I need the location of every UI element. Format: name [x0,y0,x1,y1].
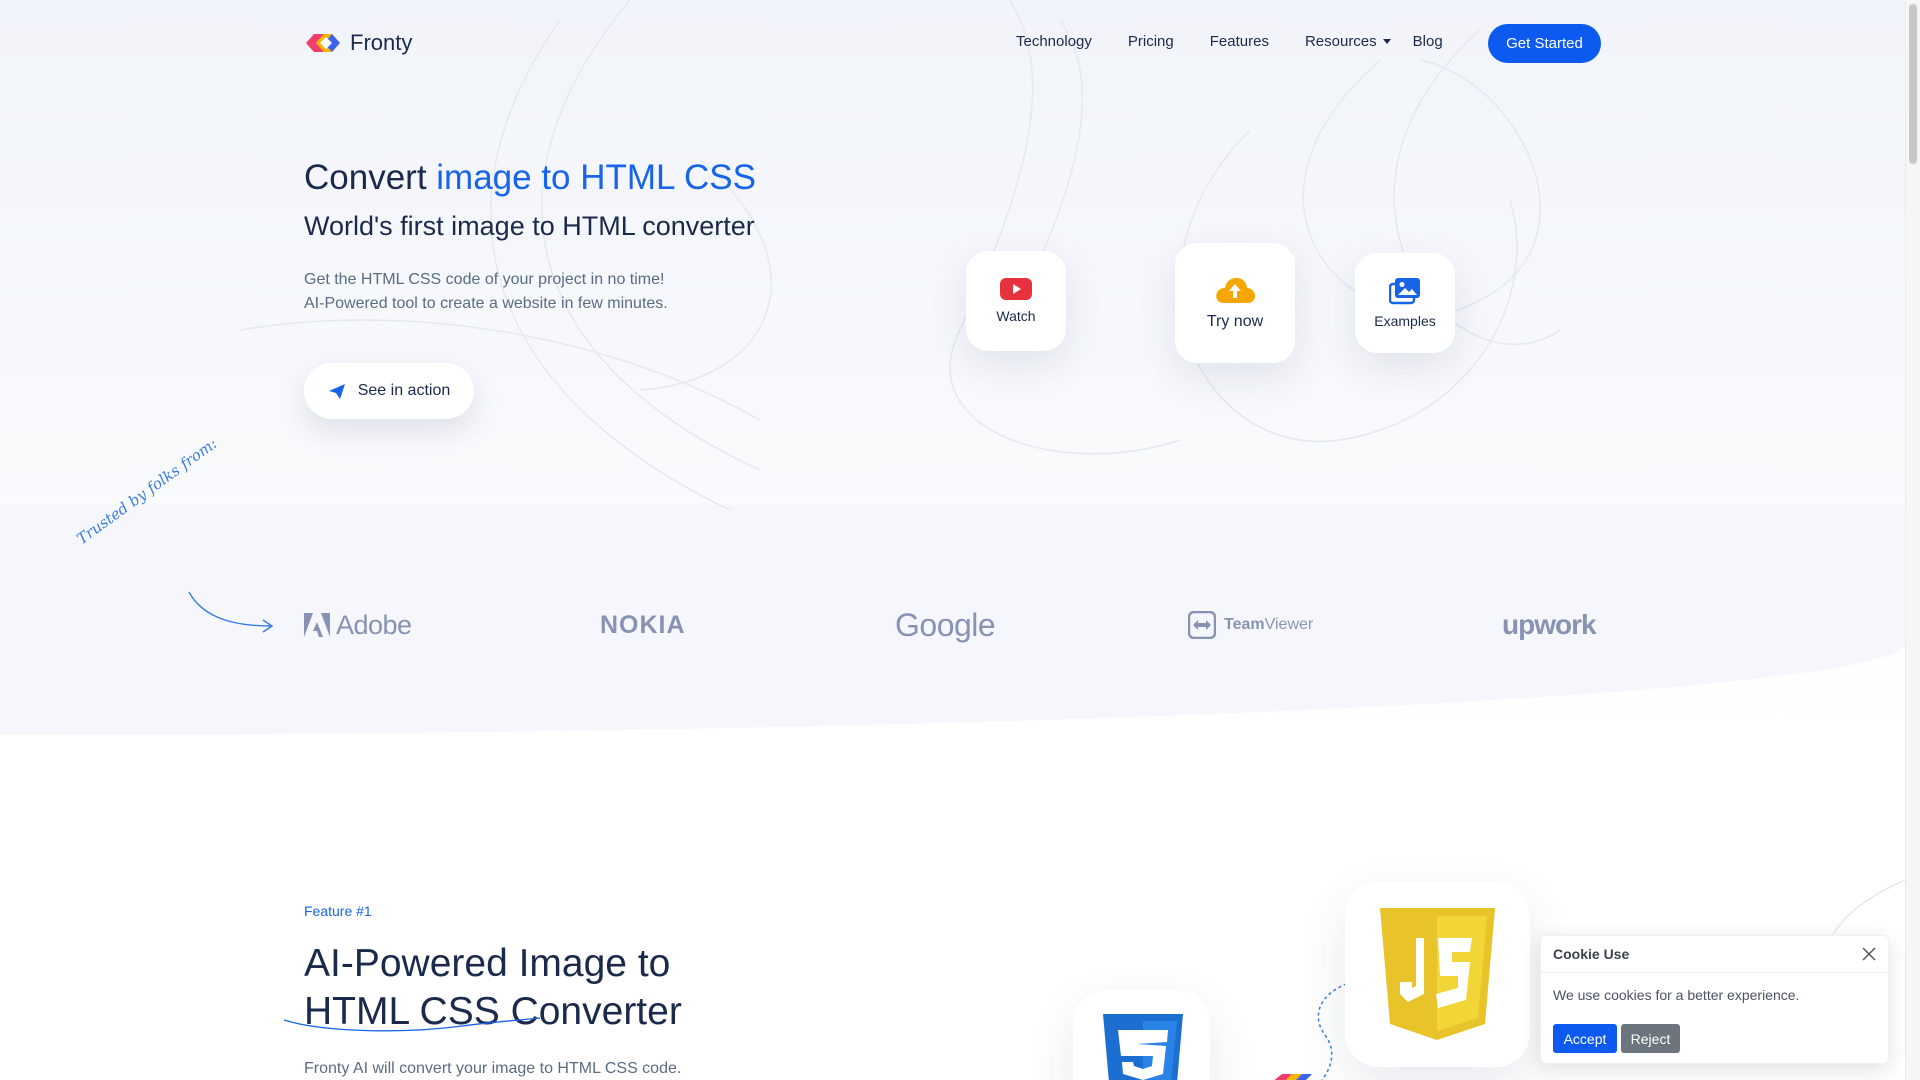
paper-plane-icon [328,383,345,399]
css3-icon [1103,1014,1183,1080]
see-in-action-button[interactable]: See in action [304,363,474,419]
javascript-tile [1345,882,1530,1067]
hero-subtitle: World's first image to HTML converter [304,211,755,241]
hero-title-accent: image to HTML CSS [436,158,756,197]
brand-adobe-name: Adobe [336,609,412,640]
get-started-button[interactable]: Get Started [1488,24,1601,63]
logo-mark-icon [306,34,340,52]
brand-nokia: NOKIA [600,610,686,639]
feature-description: Fronty AI will convert your image to HTM… [304,1060,682,1077]
nav-link-blog[interactable]: Blog [1413,33,1443,50]
close-icon[interactable] [1862,947,1876,961]
scrollbar[interactable] [1905,0,1920,1080]
teamviewer-icon [1188,611,1216,639]
brand-teamviewer-team: Team [1224,616,1265,633]
hero-title: Convert image to HTML CSS [304,158,756,198]
caret-down-icon [1382,39,1391,44]
arrow-icon [188,591,274,633]
page-background [0,0,1920,1080]
brand-name: Fronty [350,30,413,55]
css-tile [1073,990,1210,1080]
reject-cookies-button[interactable]: Reject [1621,1024,1680,1053]
examples-card[interactable]: Examples [1355,253,1455,353]
examples-label: Examples [1374,313,1436,329]
try-now-card[interactable]: Try now [1175,243,1295,363]
cookie-message: We use cookies for a better experience. [1553,987,1800,1003]
hero-lead-line-2: AI-Powered tool to create a website in f… [304,295,668,312]
scrollbar-thumb[interactable] [1909,4,1917,164]
cloud-upload-icon [1216,277,1255,303]
cookie-banner: Cookie Use We use cookies for a better e… [1540,935,1889,1064]
watch-card[interactable]: Watch [966,251,1066,351]
nav-link-pricing[interactable]: Pricing [1128,33,1174,50]
youtube-play-icon [1000,278,1032,300]
underline-squiggle [283,1017,541,1032]
brand-teamviewer-name: TeamViewer [1224,616,1313,634]
watch-label: Watch [996,308,1036,324]
javascript-icon [1380,908,1495,1040]
decorative-lines [239,0,1905,941]
brand-adobe: Adobe [304,605,412,645]
nav-link-features[interactable]: Features [1210,33,1269,50]
cookie-header: Cookie Use [1541,936,1888,973]
fronty-mini-icon [1274,1074,1312,1080]
accept-cookies-button[interactable]: Accept [1553,1024,1617,1053]
brand-teamviewer-viewer: Viewer [1264,616,1314,633]
brand-logo[interactable]: Fronty [304,30,412,56]
try-now-label: Try now [1206,313,1264,330]
feature-tag: Feature #1 [304,903,372,919]
see-in-action-label: See in action [357,382,451,399]
main-nav: Technology Pricing Features Resources Bl… [1016,33,1479,50]
brand-upwork: upwork [1502,609,1597,640]
feature-title-line-1: AI-Powered Image to [304,942,671,985]
hero-lead-line-1: Get the HTML CSS code of your project in… [304,271,665,288]
nav-link-resources-label: Resources [1304,33,1377,50]
adobe-logo-icon [304,613,330,637]
hero-title-prefix: Convert [304,158,437,197]
cookie-buttons: Accept Reject [1553,1024,1680,1053]
hero-lead: Get the HTML CSS code of your project in… [304,268,668,316]
nav-link-resources[interactable]: Resources [1305,33,1391,50]
nav-link-technology[interactable]: Technology [1016,33,1092,50]
brand-teamviewer: TeamViewer [1188,605,1313,645]
brand-google: Google [895,606,996,643]
cookie-title: Cookie Use [1553,946,1630,962]
images-icon [1389,278,1420,305]
